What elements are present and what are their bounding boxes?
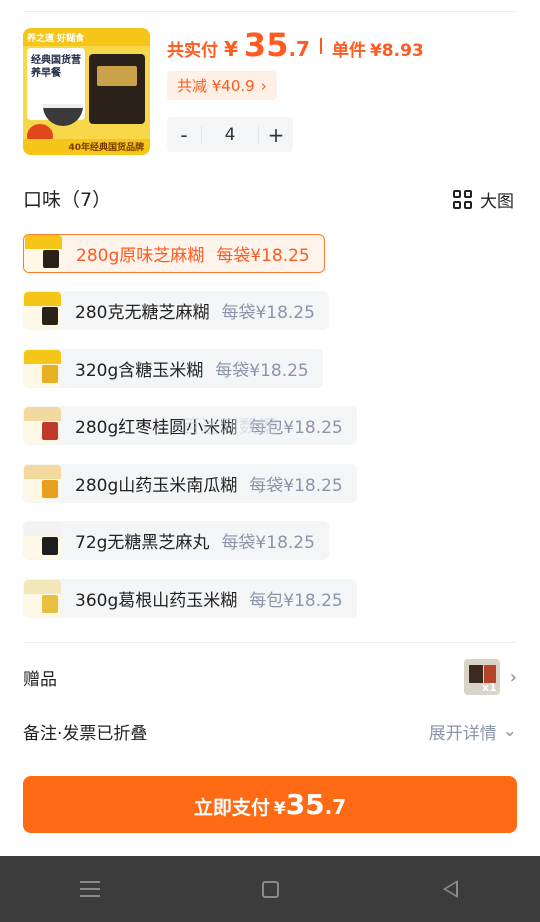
flavor-option[interactable]: 280克无糖芝麻糊 每袋¥18.25: [23, 291, 329, 330]
thumb-pack: [42, 537, 58, 555]
flavor-thumbnail: [24, 350, 61, 387]
flavor-name: 280g红枣桂圆小米糊: [75, 418, 238, 438]
bowl-graphic: [43, 104, 83, 126]
pay-amount-integer: 35: [285, 788, 325, 821]
flavor-name: 72g无糖黑芝麻丸: [75, 533, 210, 553]
note-row[interactable]: 备注·发票已折叠 展开详情 ⌄: [23, 716, 517, 746]
thumb-band: [24, 580, 61, 595]
flavor-name: 280g原味芝麻糊: [76, 246, 205, 266]
image-title-text: 经典国货营养早餐: [31, 55, 81, 79]
product-bag-graphic: [89, 54, 145, 124]
thumb-pack: [42, 480, 58, 498]
total-currency: ¥: [224, 37, 238, 61]
total-decimal: .7: [288, 37, 310, 61]
system-nav-bar: [0, 856, 540, 922]
quantity-value[interactable]: 4: [201, 125, 259, 144]
thumb-band: [24, 292, 61, 307]
unit-label: 单件: [331, 41, 366, 61]
gift-detail[interactable]: x1 ›: [463, 659, 517, 695]
thumb-band: [24, 522, 61, 537]
flavor-thumbnail: [25, 235, 62, 272]
thumb-pack: [42, 422, 58, 440]
flavor-option[interactable]: 320g含糖玉米糊 每袋¥18.25: [23, 349, 323, 388]
top-divider: [23, 11, 517, 12]
flavor-name: 360g葛根山药玉米糊: [75, 591, 238, 611]
home-button[interactable]: [250, 869, 290, 909]
flavor-option[interactable]: 280g原味芝麻糊 每袋¥18.25: [23, 234, 325, 273]
total-label: 共实付: [167, 41, 218, 61]
flavor-option[interactable]: 280g山药玉米南瓜糊 每袋¥18.25: [23, 464, 357, 503]
thumb-pack: [43, 250, 59, 268]
image-brand-text: 养之道 好糊食: [27, 34, 85, 44]
thumb-pack: [42, 365, 58, 383]
flavor-option[interactable]: 72g无糖黑芝麻丸 每袋¥18.25: [23, 521, 329, 560]
decrement-button[interactable]: -: [167, 123, 201, 147]
flavor-thumbnail: [24, 407, 61, 444]
pay-currency: ¥: [273, 799, 286, 819]
discount-badge[interactable]: 共减 ¥40.9 ›: [167, 71, 277, 100]
thumb-pack: [42, 595, 58, 613]
gift-item-graphic: [468, 665, 483, 683]
increment-button[interactable]: +: [259, 123, 293, 147]
thumb-band: [24, 465, 61, 480]
chevron-right-icon: ›: [509, 666, 517, 688]
bag-label-graphic: [97, 66, 137, 86]
thumb-pack: [42, 307, 58, 325]
flavor-thumbnail: [24, 465, 61, 502]
price-separator: [319, 38, 322, 54]
expand-details-button[interactable]: 展开详情 ⌄: [429, 719, 517, 744]
discount-text: 共减 ¥40.9: [177, 77, 255, 95]
thumb-band: [24, 350, 61, 365]
price-summary: 共实付 ¥ 35 .7 单件 ¥8.93: [167, 26, 424, 66]
menu-button[interactable]: [70, 869, 110, 909]
image-strip-text: 40年经典国货品牌: [68, 143, 144, 153]
flavor-option[interactable]: 280g红枣桂圆小米糊 每包¥18.25: [23, 406, 357, 445]
thumb-band: [24, 407, 61, 422]
product-image[interactable]: 养之道 好糊食 经典国货营养早餐 40年经典国货品牌: [23, 28, 150, 155]
note-label: 备注·发票已折叠: [23, 723, 148, 744]
quantity-stepper[interactable]: - 4 +: [167, 117, 293, 152]
menu-icon: [80, 881, 100, 897]
home-icon: [261, 880, 279, 898]
total-integer: 35: [243, 26, 289, 64]
flavor-name: 280克无糖芝麻糊: [75, 303, 210, 323]
back-icon: [442, 880, 458, 898]
flavor-price: 每袋¥18.25: [249, 476, 343, 496]
flavor-thumbnail: [24, 580, 61, 617]
gift-label: 赠品: [23, 669, 57, 690]
flavor-name: 320g含糖玉米糊: [75, 361, 204, 381]
flavor-price: 每袋¥18.25: [216, 246, 310, 266]
chevron-right-icon: ›: [260, 76, 267, 95]
expand-label: 展开详情: [428, 723, 497, 744]
grid-icon: [453, 190, 472, 209]
flavor-price: 每袋¥18.25: [221, 533, 315, 553]
flavor-price: 每袋¥18.25: [221, 303, 315, 323]
flavor-price: 每包¥18.25: [249, 418, 343, 438]
flavor-option[interactable]: 360g葛根山药玉米糊 每包¥18.25: [23, 579, 357, 618]
section-divider: [23, 642, 517, 643]
back-button[interactable]: [430, 869, 470, 909]
flavor-name: 280g山药玉米南瓜糊: [75, 476, 238, 496]
big-view-label: 大图: [480, 192, 514, 212]
gift-row[interactable]: 赠品 x1 ›: [23, 656, 517, 698]
pay-label: 立即支付: [193, 797, 270, 819]
flavor-price: 每袋¥18.25: [215, 361, 309, 381]
pay-now-button[interactable]: 立即支付 ¥ 35 .7: [23, 776, 517, 833]
gift-thumbnail: x1: [463, 659, 500, 695]
flavor-thumbnail: [24, 292, 61, 329]
thumb-band: [25, 235, 62, 250]
flavor-price: 每包¥18.25: [249, 591, 343, 611]
flavor-section-title: 口味（7）: [23, 189, 112, 211]
pay-amount-decimal: .7: [324, 795, 347, 819]
flavor-thumbnail: [24, 522, 61, 559]
big-view-toggle[interactable]: 大图: [453, 187, 514, 212]
unit-price: ¥8.93: [369, 41, 424, 61]
chevron-down-icon: ⌄: [502, 721, 517, 741]
gift-quantity: x1: [482, 681, 497, 694]
